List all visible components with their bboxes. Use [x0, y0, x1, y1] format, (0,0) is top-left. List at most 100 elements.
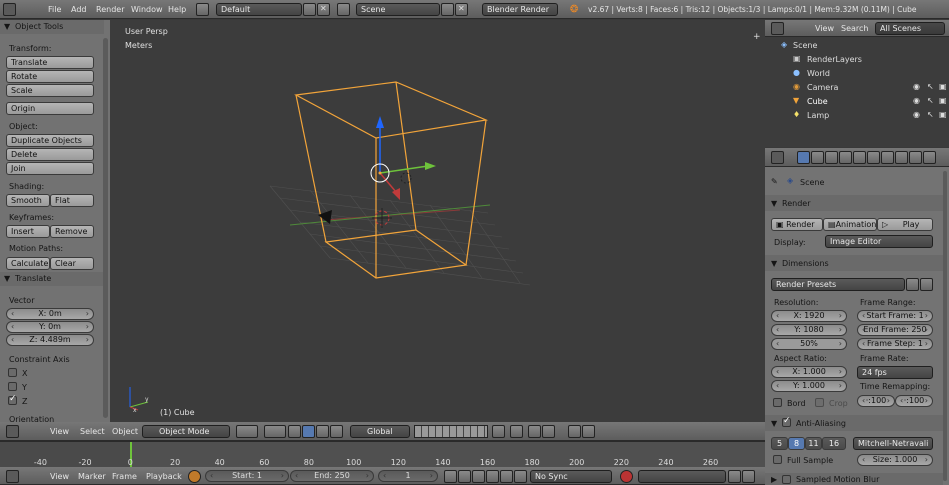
remove-preset-icon[interactable]	[920, 278, 933, 291]
timeline-ruler[interactable]: -40 -20 0 20 40 60 80 100 120 140 160 180 200 220 240 2…	[0, 441, 765, 468]
editor-type-icon[interactable]	[771, 151, 784, 164]
join-button[interactable]: Join	[6, 162, 94, 175]
constraints-tab-icon[interactable]	[867, 151, 880, 164]
data-tab-icon[interactable]	[895, 151, 908, 164]
animation-button[interactable]: ▤Animation	[823, 218, 877, 231]
scale-manipulator-icon[interactable]	[330, 425, 343, 438]
tool-shelf-header[interactable]: ▼ Object Tools	[0, 20, 104, 34]
insert-keyframe-button[interactable]: Insert	[6, 225, 50, 238]
crop-checkbox[interactable]	[815, 398, 824, 407]
outliner-row-camera[interactable]: ◉ Camera ◉ ↖ ▣	[765, 81, 948, 95]
delete-scene-icon[interactable]	[455, 3, 468, 16]
rotate-button[interactable]: Rotate	[6, 70, 94, 83]
add-scene-icon[interactable]	[441, 3, 454, 16]
screen-layout-select[interactable]: Default	[216, 3, 302, 16]
outliner-filter-select[interactable]: All Scenes	[875, 22, 945, 35]
editor-type-icon[interactable]	[771, 22, 784, 35]
aa-filter-select[interactable]: Mitchell-Netravali	[853, 437, 933, 450]
render-panel-header[interactable]: ▼ Render	[765, 195, 943, 211]
current-frame-field[interactable]: 1	[378, 470, 438, 482]
vector-y-field[interactable]: Y: 0m	[6, 321, 94, 333]
screen-layout-icon[interactable]	[196, 3, 209, 16]
select-arrow-icon[interactable]: ↖	[927, 110, 934, 119]
vector-x-field[interactable]: X: 0m	[6, 308, 94, 320]
display-select[interactable]: Image Editor	[825, 235, 933, 248]
aspect-x-field[interactable]: X: 1.000	[771, 366, 847, 378]
visibility-eye-icon[interactable]: ◉	[913, 96, 920, 105]
add-preset-icon[interactable]	[906, 278, 919, 291]
calculate-button[interactable]: Calculate	[6, 257, 50, 270]
frame-rate-select[interactable]: 24 fps	[857, 366, 933, 379]
delete-button[interactable]: Delete	[6, 148, 94, 161]
rotate-manipulator-icon[interactable]	[316, 425, 329, 438]
visibility-eye-icon[interactable]: ◉	[913, 110, 920, 119]
constraint-x-checkbox[interactable]	[8, 368, 17, 377]
menu-select[interactable]: Select	[80, 427, 105, 436]
scale-button[interactable]: Scale	[6, 84, 94, 97]
render-presets-select[interactable]: Render Presets	[771, 278, 905, 291]
delete-keyframe-icon[interactable]	[742, 470, 755, 483]
timeline-menu-view[interactable]: View	[50, 472, 69, 481]
snap-element-icon[interactable]	[542, 425, 555, 438]
menu-help[interactable]: Help	[168, 5, 186, 14]
delete-screen-icon[interactable]	[317, 3, 330, 16]
aa-samples-5[interactable]: 5	[771, 437, 788, 450]
editor-type-icon[interactable]	[6, 425, 19, 438]
prev-key-icon[interactable]	[458, 470, 471, 483]
render-icon[interactable]	[510, 425, 523, 438]
pin-icon[interactable]: ✎	[771, 177, 778, 186]
outliner-row-world[interactable]: ● World	[765, 67, 948, 81]
preview-range-icon[interactable]	[188, 470, 201, 483]
duplicate-objects-button[interactable]: Duplicate Objects	[6, 134, 94, 147]
mode-select[interactable]: Object Mode	[142, 425, 230, 438]
border-checkbox[interactable]	[773, 398, 782, 407]
smooth-button[interactable]: Smooth	[6, 194, 50, 207]
jump-end-icon[interactable]	[514, 470, 527, 483]
resolution-x-field[interactable]: X: 1920	[771, 310, 847, 322]
pivot-point-icon[interactable]	[264, 425, 286, 438]
insert-keyframe-icon[interactable]	[728, 470, 741, 483]
constraint-z-checkbox[interactable]: ✓	[8, 394, 17, 405]
outliner-menu-view[interactable]: View	[815, 24, 834, 33]
origin-button[interactable]: Origin	[6, 102, 94, 115]
play-reverse-icon[interactable]	[472, 470, 485, 483]
world-tab-icon[interactable]	[839, 151, 852, 164]
menu-object[interactable]: Object	[112, 427, 138, 436]
outliner-row-renderlayers[interactable]: ▣ RenderLayers	[765, 53, 948, 67]
viewport-shading-icon[interactable]	[236, 425, 258, 438]
filter-size-field[interactable]: Size: 1.000	[857, 454, 933, 466]
remap-new-field[interactable]: ·:100	[895, 395, 933, 407]
outliner-row-lamp[interactable]: ♦ Lamp ◉ ↖ ▣	[765, 109, 948, 123]
select-arrow-icon[interactable]: ↖	[927, 96, 934, 105]
operator-panel-header[interactable]: ▼ Translate	[0, 272, 104, 286]
flat-button[interactable]: Flat	[50, 194, 94, 207]
scene-select[interactable]: Scene	[356, 3, 440, 16]
play-button[interactable]: ▷ Play	[877, 218, 933, 231]
full-sample-checkbox[interactable]	[773, 455, 782, 464]
outliner-menu-search[interactable]: Search	[841, 24, 868, 33]
3d-viewport[interactable]: User Persp Meters (1) Cube + y x	[110, 20, 765, 422]
scene-tab-icon[interactable]	[825, 151, 838, 164]
menu-window[interactable]: Window	[131, 5, 163, 14]
timeline-menu-frame[interactable]: Frame	[112, 472, 137, 481]
outliner-row-scene[interactable]: ◈ Scene	[765, 39, 948, 53]
next-key-icon[interactable]	[500, 470, 513, 483]
snap-icon[interactable]	[528, 425, 541, 438]
render-layers-tab-icon[interactable]	[811, 151, 824, 164]
remove-keyframe-button[interactable]: Remove	[50, 225, 94, 238]
play-icon[interactable]	[486, 470, 499, 483]
render-camera-icon[interactable]: ▣	[939, 96, 947, 105]
menu-file[interactable]: File	[48, 5, 61, 14]
end-frame-field[interactable]: End Frame: 250	[857, 324, 933, 336]
menu-render[interactable]: Render	[96, 5, 124, 14]
anti-aliasing-checkbox[interactable]: ✓	[782, 416, 791, 427]
aspect-y-field[interactable]: Y: 1.000	[771, 380, 847, 392]
object-tab-icon[interactable]	[853, 151, 866, 164]
menu-view[interactable]: View	[50, 427, 69, 436]
frame-step-field[interactable]: Frame Step: 1	[857, 338, 933, 350]
start-frame-field[interactable]: Start: 1	[205, 470, 289, 482]
translate-manipulator-icon[interactable]	[302, 425, 315, 438]
motion-blur-panel-header[interactable]: ▶ Sampled Motion Blur	[765, 473, 943, 485]
keying-set-field[interactable]	[638, 470, 726, 483]
layer-buttons[interactable]	[414, 425, 488, 438]
